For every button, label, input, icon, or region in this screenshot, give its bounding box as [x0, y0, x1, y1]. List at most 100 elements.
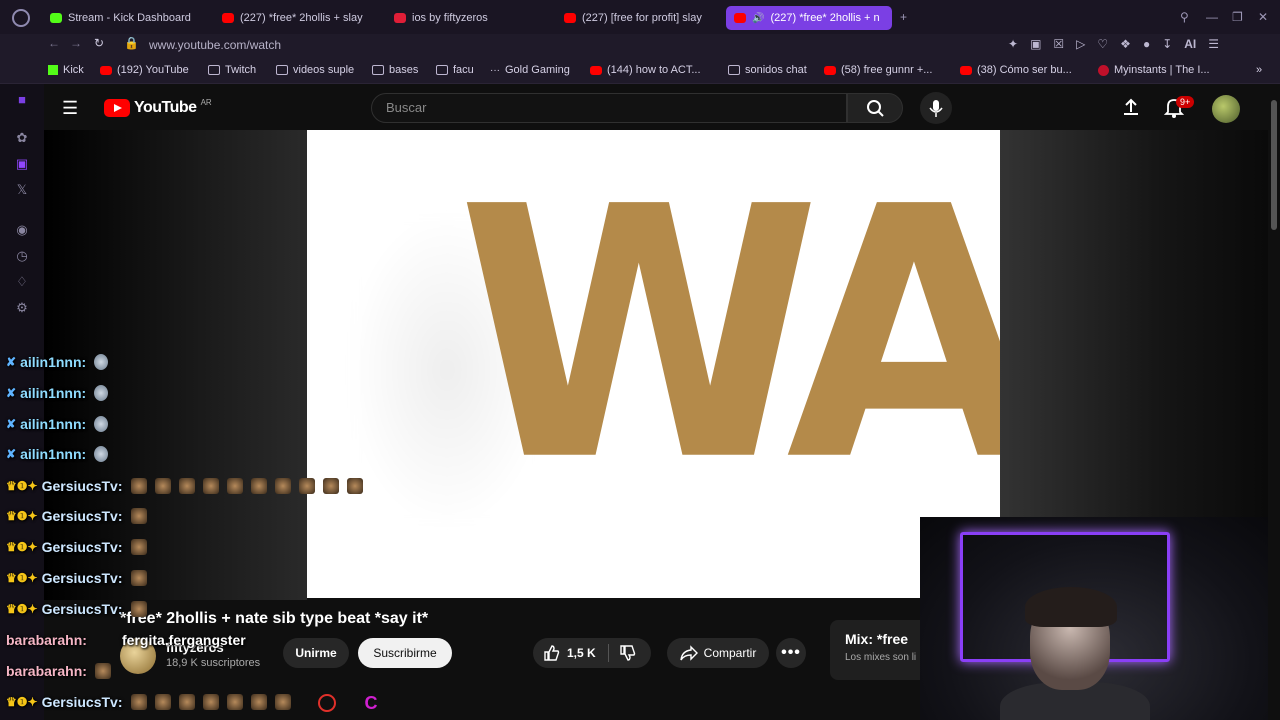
thumbs-up-icon: [544, 645, 560, 661]
shield-icon[interactable]: ☒: [1053, 37, 1064, 51]
bookmark-myinstants[interactable]: Myinstants | The I...: [1098, 64, 1210, 76]
folder-icon: [276, 65, 288, 75]
account-avatar[interactable]: [1212, 95, 1240, 123]
x-icon[interactable]: 𝕏: [14, 182, 30, 198]
bookmark-label: bases: [389, 64, 419, 76]
bookmark-youtube[interactable]: (192) YouTube: [100, 64, 189, 76]
chat-username: GersiucsTv:: [41, 570, 123, 586]
chat-username: ailin1nnn:: [20, 446, 87, 462]
upload-button[interactable]: [1121, 97, 1141, 117]
app-taskbar-icon[interactable]: C: [362, 694, 380, 712]
emote-icon: [130, 539, 147, 555]
new-tab-button[interactable]: +: [900, 10, 907, 24]
folder-icon: [728, 65, 740, 75]
opera-taskbar-icon[interactable]: [318, 694, 336, 712]
bookmark-twitch[interactable]: Twitch: [208, 64, 256, 76]
forward-button[interactable]: →: [70, 36, 82, 50]
maximize-button[interactable]: ❐: [1232, 10, 1243, 24]
video-player[interactable]: WAC: [307, 130, 1000, 598]
screenshot-icon[interactable]: ▣: [1030, 37, 1041, 51]
back-button[interactable]: ←: [48, 36, 60, 50]
bookmark-label: videos suple: [293, 64, 355, 76]
close-button[interactable]: ✕: [1258, 10, 1268, 24]
reload-button[interactable]: ↻: [94, 36, 104, 50]
beatstars-icon: [394, 13, 406, 23]
join-button[interactable]: Unirme: [283, 638, 349, 668]
chat-username: GersiucsTv:: [41, 508, 123, 524]
bookmark-label: Gold Gaming: [505, 64, 570, 76]
menu-icon[interactable]: ☰: [1208, 37, 1219, 51]
webcam-overlay: [920, 517, 1280, 720]
bookmark-how-to-act[interactable]: (144) how to ACT...: [590, 64, 701, 76]
pin-icon[interactable]: ✦: [1008, 37, 1018, 51]
myinstants-icon: [1098, 64, 1109, 76]
url-field[interactable]: www.youtube.com/watch: [149, 38, 281, 52]
emote-icon: [130, 508, 147, 524]
extensions-icon[interactable]: ❖: [1120, 37, 1131, 51]
video-title: *free* 2hollis + nate sib type beat *say…: [120, 610, 429, 627]
tab-youtube-1[interactable]: (227) *free* 2hollis + slay: [214, 6, 374, 30]
scrollbar-thumb[interactable]: [1271, 100, 1277, 230]
bookmark-sonidos-chat[interactable]: sonidos chat: [728, 64, 807, 76]
hamburger-menu-icon[interactable]: ☰: [62, 98, 78, 119]
bookmark-free-gunnr[interactable]: (58) free gunnr +...: [824, 64, 932, 76]
chatgpt-icon[interactable]: ✿: [14, 130, 30, 146]
bookmark-kick[interactable]: Kick: [48, 64, 84, 76]
extensions-sidebar-icon[interactable]: ♢: [14, 274, 30, 290]
messenger-icon[interactable]: ■: [14, 92, 30, 108]
search-button[interactable]: [847, 93, 903, 123]
tab-kick-dashboard[interactable]: Stream - Kick Dashboard: [42, 6, 212, 30]
chat-message: ✘ ailin1nnn:: [6, 446, 109, 462]
crown-badge-icon: ♛❶✦: [6, 571, 38, 585]
twitch-icon[interactable]: ▣: [14, 156, 30, 172]
search-input[interactable]: Buscar: [386, 100, 426, 115]
bookmarks-overflow-icon[interactable]: »: [1256, 64, 1262, 76]
youtube-icon: [100, 65, 112, 75]
chat-username: fergita.fergangster: [122, 632, 246, 648]
crown-badge-icon: ♛❶✦: [6, 695, 38, 709]
kick-icon: [50, 13, 62, 23]
upload-icon: [1124, 98, 1138, 115]
search-tabs-icon[interactable]: ⚲: [1180, 10, 1189, 24]
bookmark-como-ser[interactable]: (38) Cómo ser bu...: [960, 64, 1072, 76]
play-icon[interactable]: ▷: [1076, 37, 1085, 51]
bookmark-bases[interactable]: bases: [372, 64, 418, 76]
player-icon[interactable]: ◉: [14, 222, 30, 238]
download-icon[interactable]: ↧: [1162, 37, 1172, 51]
subscribe-button[interactable]: Suscribirme: [358, 638, 452, 668]
subscriber-count: 18,9 K suscriptores: [166, 657, 261, 669]
mix-subtitle: Los mixes son li: [845, 652, 917, 663]
sword-badge-icon: ✘: [6, 386, 17, 400]
bookmark-gold-gaming[interactable]: ··· Gold Gaming: [490, 64, 570, 76]
profile-icon[interactable]: ●: [1143, 37, 1150, 51]
chat-username: ailin1nnn:: [20, 385, 87, 401]
settings-icon[interactable]: ⚙: [14, 300, 30, 316]
heart-icon[interactable]: ♡: [1097, 37, 1108, 51]
emote-icon: [202, 478, 219, 494]
sword-badge-icon: ✘: [6, 355, 17, 369]
tab-fiftyzeros[interactable]: ios by fiftyzeros: [386, 6, 546, 30]
youtube-wordmark: YouTube: [134, 99, 197, 116]
opera-logo-icon[interactable]: [12, 9, 30, 27]
bookmark-videos-suple[interactable]: videos suple: [276, 64, 354, 76]
search-box[interactable]: Buscar: [371, 93, 847, 123]
tab-youtube-2[interactable]: (227) [free for profit] slay: [556, 6, 716, 30]
emote-icon: [346, 478, 363, 494]
thumbs-down-icon[interactable]: [619, 644, 637, 662]
youtube-logo[interactable]: YouTube AR: [104, 98, 212, 117]
youtube-play-icon: [104, 99, 130, 117]
search-icon: [867, 100, 884, 117]
ai-button[interactable]: AI: [1184, 37, 1196, 51]
chat-message: ✘ ailin1nnn:: [6, 385, 109, 401]
share-button[interactable]: Compartir: [667, 638, 769, 668]
chat-username: ailin1nnn:: [20, 354, 87, 370]
history-icon[interactable]: ◷: [14, 248, 30, 264]
chat-message: ♛❶✦ GersiucsTv:: [6, 570, 147, 586]
bookmark-facu[interactable]: facu: [436, 64, 474, 76]
like-button[interactable]: 1,5 K: [543, 644, 596, 662]
emote-icon: [130, 478, 147, 494]
more-actions-button[interactable]: •••: [776, 638, 806, 668]
tab-youtube-active[interactable]: 🔊 (227) *free* 2hollis + n: [726, 6, 892, 30]
minimize-button[interactable]: —: [1206, 10, 1218, 24]
voice-search-button[interactable]: [920, 92, 952, 124]
